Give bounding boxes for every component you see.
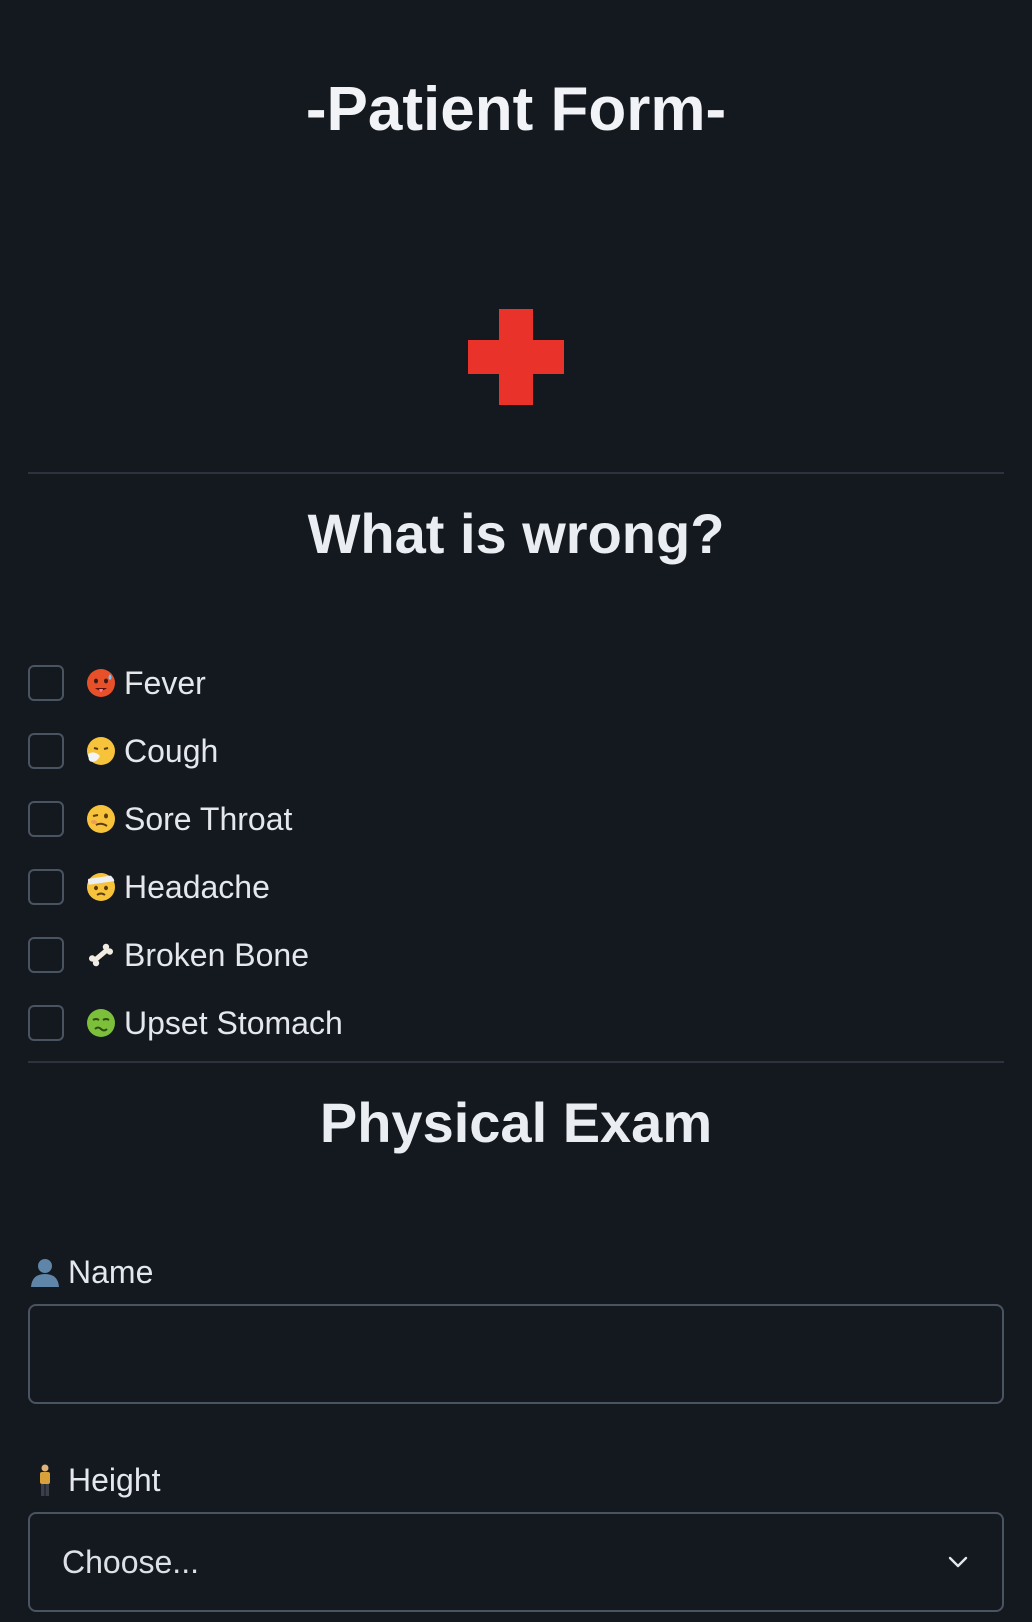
symptom-broken-bone-option[interactable]: Broken Bone bbox=[28, 935, 309, 975]
symptom-label: Upset Stomach bbox=[124, 1005, 343, 1041]
name-label-text: Name bbox=[68, 1253, 154, 1290]
bone-icon bbox=[88, 943, 114, 967]
symptoms-heading: What is wrong? bbox=[307, 502, 725, 565]
sneezing-face-icon bbox=[87, 737, 115, 765]
symptom-fever-option[interactable]: Fever bbox=[28, 663, 206, 703]
person-silhouette-icon bbox=[31, 1259, 59, 1287]
bandaged-head-face-icon bbox=[87, 873, 115, 901]
section-divider bbox=[28, 1061, 1004, 1063]
headache-checkbox[interactable] bbox=[28, 869, 64, 905]
symptom-label: Sore Throat bbox=[124, 801, 293, 837]
sore-throat-checkbox[interactable] bbox=[28, 801, 64, 837]
woozy-face-icon bbox=[87, 805, 115, 833]
height-select[interactable]: Choose... bbox=[28, 1512, 1004, 1612]
fever-checkbox[interactable] bbox=[28, 665, 64, 701]
hot-face-icon bbox=[87, 669, 115, 697]
section-divider bbox=[28, 472, 1004, 474]
height-label-text: Height bbox=[68, 1461, 161, 1498]
upset-stomach-checkbox[interactable] bbox=[28, 1005, 64, 1041]
patient-form-page: -Patient Form- What is wrong? Fever Coug… bbox=[0, 0, 1032, 1622]
cough-checkbox[interactable] bbox=[28, 733, 64, 769]
height-select-value: Choose... bbox=[62, 1543, 199, 1580]
symptom-label: Headache bbox=[124, 869, 270, 905]
symptom-headache-option[interactable]: Headache bbox=[28, 867, 270, 907]
symptom-upset-stomach-option[interactable]: Upset Stomach bbox=[28, 1003, 343, 1043]
symptom-label: Broken Bone bbox=[124, 937, 310, 973]
symptom-cough-option[interactable]: Cough bbox=[28, 731, 218, 771]
chevron-down-icon bbox=[948, 1556, 968, 1568]
broken-bone-checkbox[interactable] bbox=[28, 937, 64, 973]
nauseated-face-icon bbox=[87, 1009, 115, 1037]
physical-exam-heading: Physical Exam bbox=[319, 1091, 713, 1154]
standing-person-icon bbox=[40, 1464, 50, 1496]
symptom-sore-throat-option[interactable]: Sore Throat bbox=[28, 799, 292, 839]
page-title: -Patient Form- bbox=[305, 75, 727, 144]
height-label: Height bbox=[28, 1460, 161, 1500]
name-input[interactable] bbox=[28, 1304, 1004, 1404]
name-label: Name bbox=[28, 1252, 153, 1292]
symptom-label: Fever bbox=[124, 665, 206, 701]
red-cross-icon bbox=[468, 309, 564, 405]
symptom-label: Cough bbox=[124, 733, 219, 769]
